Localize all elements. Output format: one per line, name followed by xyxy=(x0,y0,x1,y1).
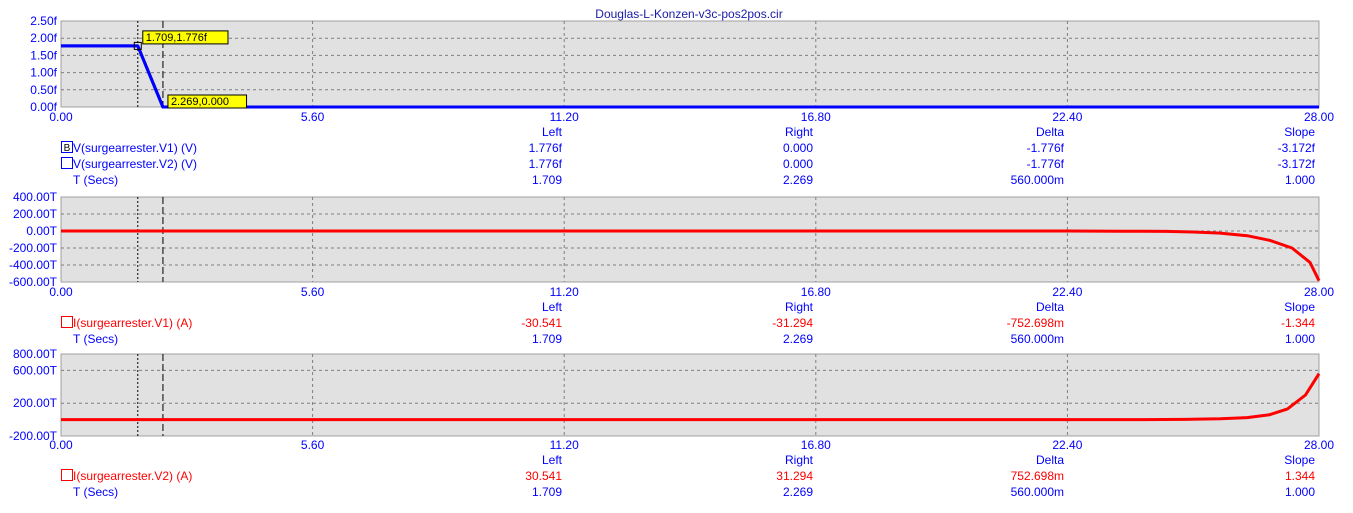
trace-marker-text: B xyxy=(64,143,71,154)
x-tick-label: 5.60 xyxy=(301,438,325,452)
x-tick-label: 28.00 xyxy=(1304,285,1334,299)
x-tick-label: 5.60 xyxy=(301,285,325,299)
value-slope: -3.172f xyxy=(1278,141,1316,155)
cursor-value-text: 2.269,0.000 xyxy=(171,96,229,108)
x-tick-label: 11.20 xyxy=(550,110,579,124)
value-slope: -3.172f xyxy=(1278,157,1316,171)
x-tick-label: 28.00 xyxy=(1304,438,1334,452)
header-slope: Slope xyxy=(1284,125,1315,139)
x-tick-label: 28.00 xyxy=(1304,110,1334,124)
trace-label: T (Secs) xyxy=(73,332,118,346)
value-right: 0.000 xyxy=(783,157,813,171)
value-right: -31.294 xyxy=(772,316,813,330)
value-delta: 752.698m xyxy=(1011,469,1064,483)
y-tick-label: -200.00T xyxy=(9,241,58,255)
value-delta: 560.000m xyxy=(1011,173,1064,187)
value-delta: -1.776f xyxy=(1027,141,1065,155)
y-tick-label: 2.00f xyxy=(30,31,57,45)
trace-label: I(surgearrester.V2) (A) xyxy=(73,469,192,483)
value-left: 1.709 xyxy=(532,332,562,346)
y-tick-label: 600.00T xyxy=(13,363,58,377)
y-tick-label: -400.00T xyxy=(9,258,58,272)
trace-toggle-checkbox[interactable] xyxy=(61,316,73,328)
header-right: Right xyxy=(785,453,814,467)
trace-label: T (Secs) xyxy=(73,173,118,187)
header-slope: Slope xyxy=(1284,300,1315,314)
header-delta: Delta xyxy=(1036,300,1064,314)
header-left: Left xyxy=(542,125,563,139)
value-slope: 1.000 xyxy=(1285,173,1315,187)
y-tick-label: 0.00T xyxy=(26,224,57,238)
y-tick-label: 1.50f xyxy=(30,48,57,62)
value-slope: 1.000 xyxy=(1285,485,1315,499)
header-delta: Delta xyxy=(1036,453,1064,467)
x-tick-label: 11.20 xyxy=(550,438,579,452)
x-tick-label: 16.80 xyxy=(801,110,831,124)
value-right: 0.000 xyxy=(783,141,813,155)
x-tick-label: 5.60 xyxy=(301,110,325,124)
y-tick-label: 400.00T xyxy=(13,190,58,204)
value-delta: 560.000m xyxy=(1011,485,1064,499)
plot-background xyxy=(60,20,1320,108)
header-right: Right xyxy=(785,125,814,139)
x-tick-label: 0.00 xyxy=(49,285,73,299)
x-tick-label: 22.40 xyxy=(1052,285,1082,299)
header-left: Left xyxy=(542,300,563,314)
header-left: Left xyxy=(542,453,563,467)
value-left: 1.776f xyxy=(529,157,563,171)
cursor-value-text: 1.709,1.776f xyxy=(146,32,208,44)
trace-label: V(surgearrester.V1) (V) xyxy=(73,141,197,155)
trace-toggle-checkbox[interactable] xyxy=(61,157,73,169)
value-left: 1.709 xyxy=(532,173,562,187)
y-tick-label: 800.00T xyxy=(13,347,58,361)
x-tick-label: 0.00 xyxy=(49,110,73,124)
y-tick-label: 1.00f xyxy=(30,66,57,80)
plot-background xyxy=(60,353,1320,437)
header-delta: Delta xyxy=(1036,125,1064,139)
value-right: 2.269 xyxy=(783,332,813,346)
value-right: 2.269 xyxy=(783,485,813,499)
value-slope: 1.344 xyxy=(1285,469,1315,483)
value-delta: 560.000m xyxy=(1011,332,1064,346)
y-tick-label: 200.00T xyxy=(13,396,58,410)
x-tick-label: 11.20 xyxy=(550,285,579,299)
trace-label: V(surgearrester.V2) (V) xyxy=(73,157,197,171)
value-left: 30.541 xyxy=(525,469,562,483)
header-slope: Slope xyxy=(1284,453,1315,467)
plot-background xyxy=(60,196,1320,283)
plot-panel-1[interactable]: 2.50f2.00f1.50f1.00f0.50f0.00f0.00 5.60 11… xyxy=(30,14,1334,187)
value-left: -30.541 xyxy=(521,316,562,330)
value-delta: -752.698m xyxy=(1007,316,1064,330)
value-slope: -1.344 xyxy=(1281,316,1315,330)
value-left: 1.776f xyxy=(529,141,563,155)
x-tick-label: 22.40 xyxy=(1052,438,1082,452)
x-tick-label: 16.80 xyxy=(801,438,831,452)
transient-analysis-plots: Douglas-L-Konzen-v3c-pos2pos.cir 2.50f 2.… xyxy=(9,7,1334,499)
value-slope: 1.000 xyxy=(1285,332,1315,346)
y-tick-label: 200.00T xyxy=(13,207,58,221)
window-title: Douglas-L-Konzen-v3c-pos2pos.cir xyxy=(595,7,782,21)
value-left: 1.709 xyxy=(532,485,562,499)
plot-area[interactable]: 2.50f2.00f1.50f1.00f0.50f0.00f0.00 5.60 11… xyxy=(9,14,1334,499)
y-tick-label: 2.50f xyxy=(30,14,57,28)
trace-label: T (Secs) xyxy=(73,485,118,499)
plot-panel-2[interactable]: 400.00T200.00T0.00T-200.00T-400.00T-600.… xyxy=(9,190,1334,346)
x-tick-label: 22.40 xyxy=(1052,110,1082,124)
header-right: Right xyxy=(785,300,814,314)
trace-toggle-checkbox[interactable] xyxy=(61,469,73,481)
x-tick-label: 16.80 xyxy=(801,285,831,299)
trace-label: I(surgearrester.V1) (A) xyxy=(73,316,192,330)
y-tick-label: 0.50f xyxy=(30,83,57,97)
value-right: 31.294 xyxy=(776,469,813,483)
x-tick-label: 0.00 xyxy=(49,438,73,452)
plot-panel-3[interactable]: 800.00T600.00T200.00T-200.00T0.00 5.60 11.… xyxy=(9,347,1334,499)
value-right: 2.269 xyxy=(783,173,813,187)
value-delta: -1.776f xyxy=(1027,157,1065,171)
